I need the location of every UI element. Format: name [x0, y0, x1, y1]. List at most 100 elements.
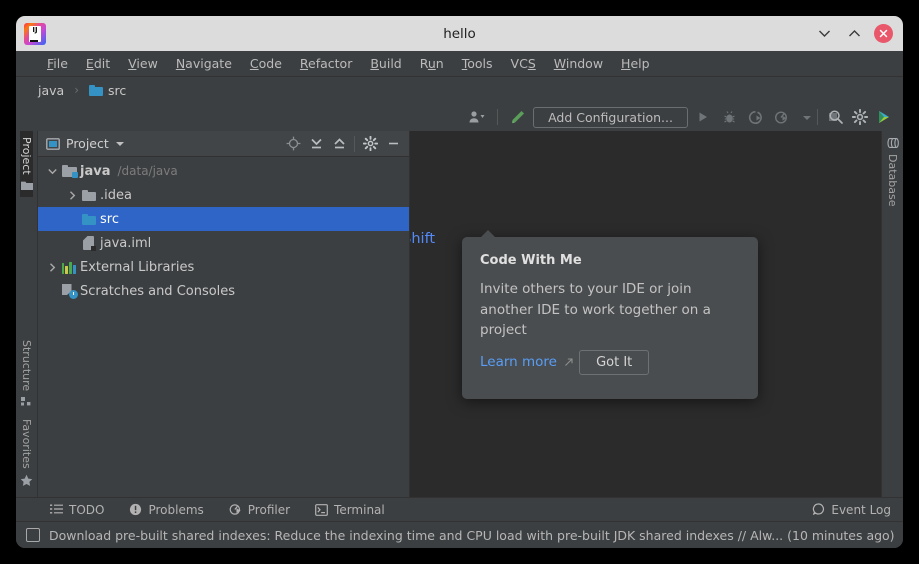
external-link-icon: [564, 357, 574, 367]
bottom-item-todo[interactable]: TODO: [50, 503, 117, 517]
breadcrumb: java › src: [38, 83, 126, 98]
expand-all-icon[interactable]: [306, 134, 326, 154]
tree-row[interactable]: src: [38, 207, 409, 231]
database-label: Database: [886, 154, 899, 207]
maximize-button[interactable]: [844, 24, 864, 44]
breadcrumb-item-src[interactable]: src: [108, 83, 126, 98]
breadcrumb-separator: ›: [74, 83, 80, 97]
tree-item-label: External Libraries: [80, 259, 195, 275]
project-panel-title[interactable]: Project: [46, 136, 125, 151]
project-window-label: Project: [20, 137, 33, 175]
libraries-icon: [60, 261, 78, 274]
chevron-down-icon[interactable]: [115, 140, 125, 147]
build-hammer-icon[interactable]: [507, 106, 529, 128]
add-configuration-button[interactable]: Add Configuration...: [533, 106, 688, 128]
learn-more-link[interactable]: Learn more: [480, 354, 574, 370]
folder-icon: [89, 84, 104, 96]
project-window-icon: [46, 137, 60, 150]
event-log-label: Event Log: [831, 502, 891, 517]
menu-refactor[interactable]: Refactor: [291, 54, 361, 73]
bottom-item-label: Problems: [148, 502, 204, 517]
menu-tools[interactable]: Tools: [453, 54, 502, 73]
project-folder-icon: [20, 180, 33, 191]
tree-row[interactable]: .idea: [38, 183, 409, 207]
status-message[interactable]: Download pre-built shared indexes: Reduc…: [49, 528, 895, 543]
tree-item-label: src: [100, 211, 119, 227]
menu-build[interactable]: Build: [361, 54, 410, 73]
menu-vcs[interactable]: VCS: [502, 54, 545, 73]
chevron-right-icon[interactable]: [64, 190, 80, 200]
tree-row[interactable]: External Libraries: [38, 255, 409, 279]
bottom-item-problems[interactable]: Problems: [129, 503, 216, 517]
got-it-button[interactable]: Got It: [579, 349, 650, 375]
debug-bug-icon[interactable]: [718, 106, 740, 128]
problems-icon: [129, 503, 142, 516]
close-button[interactable]: [874, 24, 893, 43]
project-tree: java /data/java .idea src java.iml Exter…: [38, 157, 409, 497]
menu-navigate[interactable]: Navigate: [167, 54, 241, 73]
profile-icon[interactable]: [770, 106, 792, 128]
gear-icon[interactable]: [360, 134, 380, 154]
ide-updates-icon[interactable]: [873, 106, 895, 128]
main-toolbar: Add Configuration...: [16, 103, 903, 131]
event-log-icon: [812, 503, 825, 516]
bottom-tool-bar: TODO Problems Profiler Terminal Event Lo…: [16, 497, 903, 521]
popup-title: Code With Me: [480, 253, 582, 268]
menu-code[interactable]: Code: [241, 54, 291, 73]
tree-item-label: java: [80, 163, 111, 179]
bottom-item-label: Terminal: [334, 502, 385, 517]
bottom-item-terminal[interactable]: Terminal: [315, 503, 398, 517]
folder-gray-icon: [80, 189, 98, 201]
left-tool-stripe: Project Structure Favorites: [16, 131, 38, 497]
locate-target-icon[interactable]: [283, 134, 303, 154]
popup-arrow: [480, 230, 496, 238]
run-with-coverage-icon[interactable]: [744, 106, 766, 128]
run-icon[interactable]: [692, 106, 714, 128]
sidebar-item-database[interactable]: Database: [886, 137, 899, 207]
hint-navigation-bar: Navigation BarAlt+Home: [410, 342, 435, 358]
sidebar-item-structure[interactable]: Structure: [20, 334, 33, 413]
menu-view[interactable]: View: [119, 54, 167, 73]
sidebar-item-favorites[interactable]: Favorites: [20, 413, 33, 493]
minimize-button[interactable]: [814, 24, 834, 44]
star-icon: [20, 474, 33, 487]
project-panel-actions: [283, 134, 403, 154]
menu-help[interactable]: Help: [612, 54, 659, 73]
gear-icon[interactable]: [849, 106, 871, 128]
tree-item-label: .idea: [100, 187, 132, 203]
editor-hints: Search EverywhereDouble Shift Go to File…: [410, 231, 435, 395]
sidebar-item-project[interactable]: Project: [20, 131, 33, 197]
bottom-item-profiler[interactable]: Profiler: [229, 503, 303, 517]
todo-list-icon: [50, 504, 63, 515]
tree-row[interactable]: java /data/java: [38, 159, 409, 183]
collapse-all-icon[interactable]: [329, 134, 349, 154]
menu-edit[interactable]: Edit: [77, 54, 119, 73]
minimize-icon[interactable]: [383, 134, 403, 154]
chevron-right-icon[interactable]: [44, 262, 60, 272]
hint-search-everywhere: Search EverywhereDouble Shift: [410, 231, 435, 247]
hint-shortcut: Double Shift: [410, 231, 436, 247]
code-with-me-popup: Code With Me Invite others to your IDE o…: [462, 230, 758, 399]
search-icon[interactable]: [825, 106, 847, 128]
terminal-icon: [315, 503, 328, 516]
menu-window[interactable]: Window: [545, 54, 612, 73]
breadcrumb-item-java[interactable]: java: [38, 83, 64, 98]
chevron-down-icon[interactable]: [44, 168, 60, 175]
event-log-button[interactable]: Event Log: [812, 503, 891, 517]
source-folder-icon: [80, 213, 98, 225]
menu-bar: File Edit View Navigate Code Refactor Bu…: [16, 51, 903, 77]
menu-file[interactable]: File: [38, 54, 77, 73]
menu-run[interactable]: Run: [411, 54, 453, 73]
tree-row[interactable]: Scratches and Consoles: [38, 279, 409, 303]
project-tool-window: Project java /data/java .idea src java.i…: [38, 131, 410, 497]
scratches-icon: [60, 284, 78, 299]
profiler-icon: [229, 503, 242, 516]
module-folder-icon: [60, 165, 78, 178]
code-with-me-person-icon[interactable]: [466, 106, 488, 128]
notification-icon: [26, 528, 40, 542]
window-title: hello: [443, 25, 476, 42]
module-path: /data/java: [117, 164, 178, 178]
favorites-label: Favorites: [20, 419, 33, 469]
tree-row[interactable]: java.iml: [38, 231, 409, 255]
title-bar: IJ hello: [16, 16, 903, 51]
